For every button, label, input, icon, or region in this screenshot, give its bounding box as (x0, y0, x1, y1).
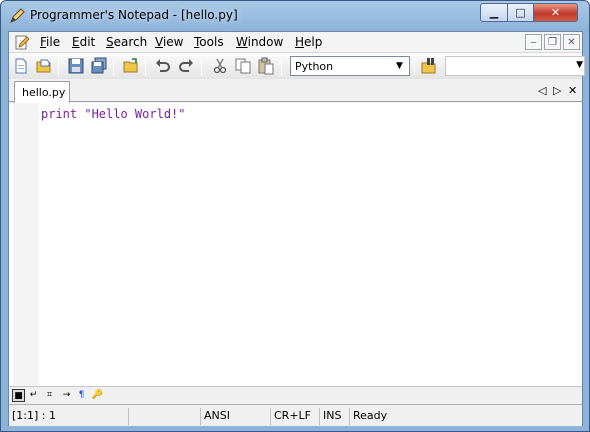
tab-arrow-icon[interactable]: → (60, 389, 73, 402)
chevron-down-icon[interactable]: ▼ (576, 60, 583, 70)
pilcrow-icon[interactable]: ¶ (75, 389, 88, 402)
tab-close-icon[interactable]: ✕ (568, 84, 577, 97)
notepad-pen-icon (10, 8, 25, 23)
menu-help[interactable]: Help (295, 35, 322, 49)
close-button[interactable]: ✕ (533, 3, 578, 22)
menu-file[interactable]: File (40, 35, 60, 49)
save-all-icon[interactable] (90, 57, 108, 75)
code-line: print "Hello World!" (41, 107, 186, 121)
scheme-select-value: Python (295, 60, 334, 73)
undo-icon[interactable] (154, 57, 172, 75)
menu-edit[interactable]: Edit (72, 35, 95, 49)
key-icon[interactable]: 🔑 (91, 389, 104, 402)
tab-prev-icon[interactable]: ◁ (538, 84, 546, 97)
main-toolbar: Python ▼ ▼ (9, 52, 585, 79)
tab-hello-py[interactable]: hello.py (14, 81, 70, 103)
find-icon[interactable] (420, 57, 438, 75)
maximize-button[interactable]: □ (507, 3, 534, 22)
menu-view[interactable]: View (155, 35, 183, 49)
grid-icon[interactable]: ⌗ (43, 389, 56, 402)
code-string: "Hello World!" (84, 107, 186, 121)
chevron-down-icon[interactable]: ▼ (392, 59, 407, 73)
document-pen-icon[interactable] (14, 34, 30, 50)
save-icon[interactable] (67, 57, 85, 75)
encoding-label: ANSI (201, 408, 271, 425)
view-marker-icon[interactable]: ■ (12, 389, 25, 402)
paste-icon[interactable] (257, 57, 275, 75)
redo-icon[interactable] (177, 57, 195, 75)
scheme-select[interactable]: Python ▼ (290, 56, 410, 76)
status-empty (129, 408, 201, 425)
menu-window[interactable]: Window (236, 35, 283, 49)
mdi-minimize-button[interactable]: ‒ (525, 34, 542, 50)
open-folder-icon[interactable] (122, 57, 140, 75)
cut-icon[interactable] (211, 57, 229, 75)
new-file-icon[interactable] (12, 57, 30, 75)
status-message: Ready (353, 409, 388, 422)
status-bar: [1:1] : 1 ANSI CR+LF INS Ready (9, 404, 582, 426)
code-editor[interactable]: print "Hello World!" (9, 103, 582, 386)
client-area: File Edit Search View Tools Window Help … (8, 31, 585, 426)
insert-mode-label: INS (320, 408, 350, 425)
line-gutter (13, 103, 39, 386)
copy-icon[interactable] (234, 57, 252, 75)
line-ending-icon[interactable]: ↵ (27, 389, 40, 402)
tab-next-icon[interactable]: ▷ (553, 84, 561, 97)
menu-tools[interactable]: Tools (194, 35, 224, 49)
mdi-close-button[interactable]: ✕ (563, 34, 580, 50)
search-input[interactable]: ▼ (445, 56, 585, 76)
tab-bar: hello.py ◁ ▷ ✕ (9, 80, 582, 103)
application-window: Programmer's Notepad - [hello.py] ▁ □ ✕ … (0, 0, 590, 432)
window-title: Programmer's Notepad - [hello.py] (30, 8, 238, 22)
minimize-button[interactable]: ▁ (480, 3, 508, 22)
line-ending-label: CR+LF (271, 408, 320, 425)
menu-search[interactable]: Search (106, 35, 147, 49)
title-bar[interactable]: Programmer's Notepad - [hello.py] ▁ □ ✕ (1, 1, 589, 31)
mdi-restore-button[interactable]: ❐ (544, 34, 561, 50)
whitespace-toolbar: ■ ↵ ⌗ → ¶ 🔑 (9, 386, 582, 403)
open-file-icon[interactable] (35, 57, 53, 75)
cursor-position: [1:1] : 1 (9, 408, 129, 425)
code-keyword: print (41, 107, 78, 121)
menu-bar: File Edit Search View Tools Window Help … (9, 32, 582, 52)
